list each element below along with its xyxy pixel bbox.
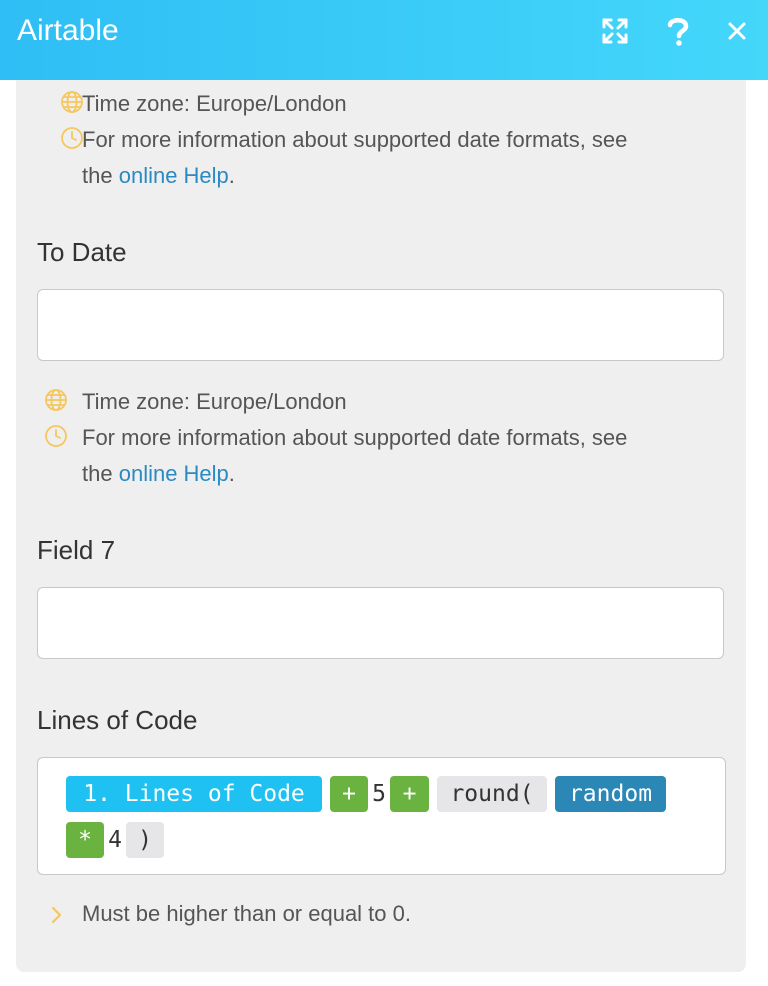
variable-token-lines-of-code[interactable]: 1. Lines of Code — [66, 776, 322, 812]
format-help-line1: For more information about supported dat… — [82, 425, 628, 450]
chevron-right-icon — [48, 905, 64, 925]
lines-of-code-hint: Must be higher than or equal to 0. — [82, 901, 411, 926]
expand-icon[interactable] — [599, 16, 631, 46]
operator-token-plus[interactable]: + — [330, 776, 368, 812]
clock-icon — [44, 424, 68, 448]
online-help-link[interactable]: online Help — [119, 163, 229, 188]
close-icon[interactable] — [721, 16, 753, 46]
help-icon[interactable] — [662, 16, 694, 46]
field7-label: Field 7 — [37, 535, 116, 565]
to-date-input[interactable] — [37, 289, 724, 361]
lines-of-code-formula-input[interactable]: 1. Lines of Code + 5 + round( random * 4… — [37, 757, 726, 875]
number-token[interactable]: 5 — [368, 776, 390, 812]
dialog-header: Airtable — [0, 0, 768, 80]
to-date-format-help: For more information about supported dat… — [82, 420, 627, 492]
from-date-format-help: For more information about supported dat… — [82, 122, 627, 194]
globe-icon — [44, 388, 68, 412]
format-help-prefix: the — [82, 163, 113, 188]
globe-icon — [60, 90, 84, 114]
from-date-timezone: Time zone: Europe/London — [82, 91, 347, 116]
format-help-suffix: . — [228, 163, 235, 188]
field7-input[interactable] — [37, 587, 724, 659]
format-help-suffix: . — [228, 461, 235, 486]
format-help-line2: the online Help. — [82, 158, 627, 194]
to-date-label: To Date — [37, 237, 127, 267]
lines-of-code-label: Lines of Code — [37, 705, 198, 735]
number-token[interactable]: 4 — [104, 822, 126, 858]
keyword-token-random[interactable]: random — [555, 776, 666, 812]
operator-token-multiply[interactable]: * — [66, 822, 104, 858]
format-help-prefix: the — [82, 461, 113, 486]
online-help-link[interactable]: online Help — [119, 461, 229, 486]
format-help-line2: the online Help. — [82, 456, 627, 492]
clock-icon — [60, 126, 84, 150]
function-token-close-paren[interactable]: ) — [126, 822, 164, 858]
dialog-title: Airtable — [17, 14, 119, 47]
function-token-round[interactable]: round( — [437, 776, 547, 812]
operator-token-plus[interactable]: + — [390, 776, 429, 812]
format-help-line1: For more information about supported dat… — [82, 127, 628, 152]
to-date-timezone: Time zone: Europe/London — [82, 389, 347, 414]
form-panel: Time zone: Europe/London For more inform… — [16, 80, 746, 972]
